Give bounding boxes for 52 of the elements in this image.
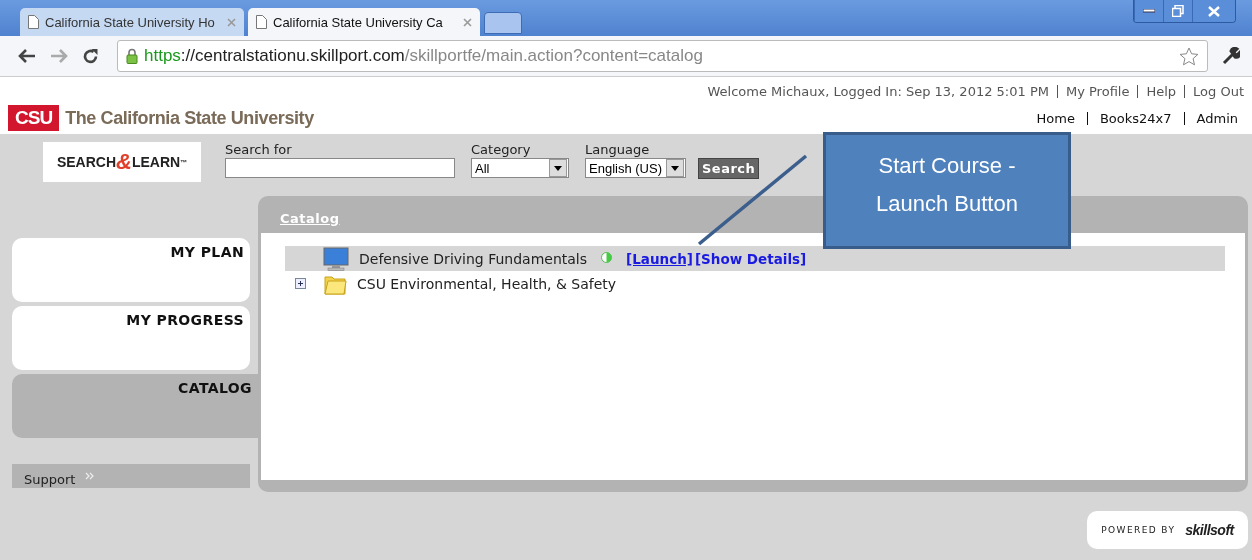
callout-box: Start Course - Launch Button [823,132,1071,249]
close-icon[interactable] [463,17,472,27]
lock-icon [126,48,138,64]
close-icon[interactable] [227,17,236,27]
logo-mark: CSU [8,105,60,131]
search-and-learn-logo: SEARCH&LEARN$^{™}$ [43,142,201,182]
welcome-text: Welcome Michaux, Logged In: Sep 13, 2012 5:01 PM [707,84,1049,99]
skillsoft-logo: skillsoft [1185,521,1234,538]
sidebar-tab[interactable]: CATALOG [12,374,258,438]
support-bar[interactable]: Support [12,464,250,488]
caret-icon [670,165,679,171]
restore-button[interactable] [1163,0,1192,22]
address-bar[interactable]: https://centralstationu.skillport.com/skillportfe/main.action?content=catalog [117,40,1208,72]
account-link[interactable]: My Profile [1065,84,1130,99]
nav-link[interactable]: Home [1036,111,1075,126]
nav-link[interactable]: Books24x7 [1099,111,1172,126]
sidebar-tab[interactable]: MY PROGRESS [12,306,250,370]
tree-item-label[interactable]: CSU Environmental, Health, & Safety [357,275,617,292]
field-label: Search for [225,142,293,157]
sidebar-tab[interactable]: MY PLAN [12,238,250,302]
browser-tab[interactable]: California State University Ho [20,8,244,36]
new-tab-button[interactable] [484,12,522,34]
launch-link[interactable]: [Launch] [622,250,693,267]
back-icon[interactable] [18,49,36,63]
field-label: Language [585,142,651,157]
forward-icon[interactable] [50,49,68,63]
computer-icon [323,246,349,271]
logo-text: The California State University [65,107,314,129]
expand-icon[interactable] [294,278,306,289]
wrench-icon[interactable] [1222,47,1240,65]
tree-item-label[interactable]: Defensive Driving Fundamentals [359,250,588,267]
browser-tab[interactable]: California State University Ca [248,8,480,36]
field-label: Category [471,142,532,157]
search-button[interactable]: Search [697,158,760,179]
minimize-icon [1143,9,1155,13]
language-dropdown[interactable]: English (US) [585,158,686,178]
category-dropdown[interactable]: All [471,158,569,178]
page-icon [256,15,267,29]
restore-icon [1172,5,1184,17]
status-icon [601,252,613,263]
nav-link[interactable]: Admin [1196,111,1238,126]
page-icon [28,15,39,29]
search-field[interactable] [225,158,455,178]
powered-by-text: POWERED BY [1101,524,1176,535]
chevron-icon [85,471,95,480]
star-icon[interactable] [1179,46,1199,66]
caret-icon [554,165,562,171]
account-link[interactable]: Help [1146,84,1177,99]
close-icon [1208,5,1220,17]
close-button[interactable] [1192,0,1235,22]
reload-icon[interactable] [82,47,99,65]
account-link[interactable]: Log Out [1193,84,1244,99]
